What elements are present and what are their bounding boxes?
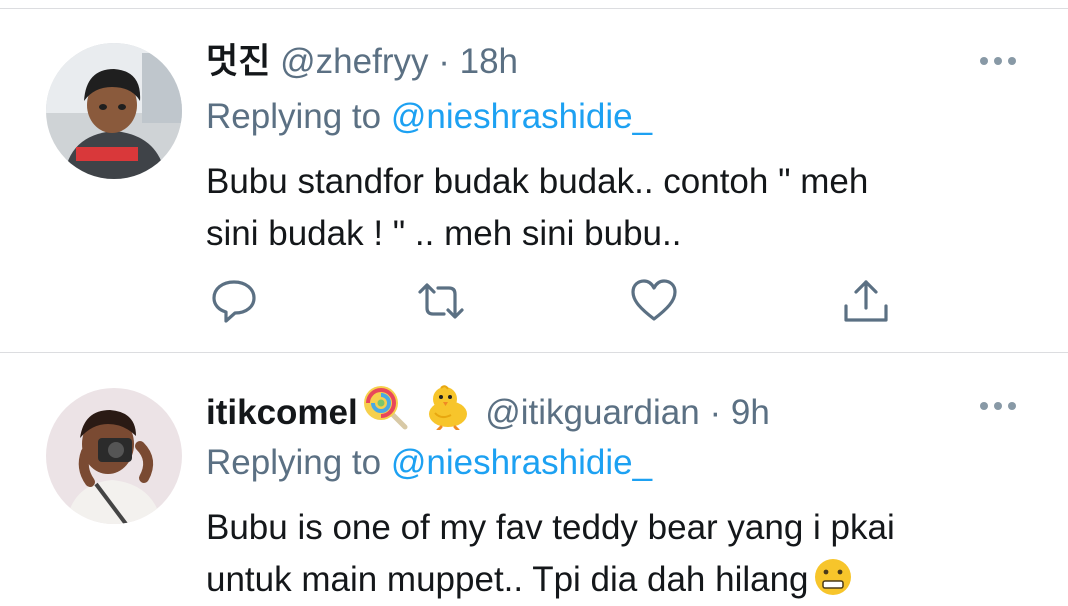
tweet-text-line: Bubu is one of my fav teddy bear yang i … <box>206 508 895 547</box>
tweet-text-line: sini budak ! " .. meh sini bubu.. <box>206 214 682 253</box>
baby-chick-icon <box>429 385 468 430</box>
tweet-item[interactable]: 멋진 @zhefryy · 18h Replying to @nieshrash… <box>0 0 1068 352</box>
lollipop-icon <box>363 386 408 430</box>
heart-icon[interactable] <box>629 276 679 326</box>
avatar-image <box>46 43 182 179</box>
separator-dot: · <box>709 393 722 432</box>
mention-link[interactable]: @nieshrashidie_ <box>391 443 652 482</box>
timestamp[interactable]: 9h <box>731 393 770 432</box>
tweet-text: Bubu is one of my fav teddy bear yang i … <box>206 502 1036 606</box>
replying-to-label: Replying to <box>206 97 382 136</box>
grimacing-face-icon <box>814 559 851 595</box>
tweet-text-line: Bubu standfor budak budak.. contoh " meh <box>206 162 869 201</box>
separator-dot: · <box>438 42 450 81</box>
display-name[interactable]: 멋진 <box>206 42 270 81</box>
replying-to: Replying to @nieshrashidie_ <box>206 97 652 137</box>
display-name[interactable]: itikcomel <box>206 393 358 432</box>
more-dots-icon[interactable] <box>976 396 1020 416</box>
share-upload-icon[interactable] <box>841 276 891 326</box>
avatar-image <box>46 388 182 524</box>
tweet-item[interactable]: itikcomel @itikguardian · 9h Replying to… <box>0 353 1068 599</box>
tweet-header: itikcomel @itikguardian · 9h <box>206 384 770 433</box>
user-handle[interactable]: @zhefryy <box>280 42 428 81</box>
retweet-icon[interactable] <box>416 276 466 326</box>
tweet-header: 멋진 @zhefryy · 18h <box>206 42 518 82</box>
replying-to: Replying to @nieshrashidie_ <box>206 443 652 483</box>
user-handle[interactable]: @itikguardian <box>485 393 700 432</box>
action-bar <box>206 276 906 326</box>
tweet-text: Bubu standfor budak budak.. contoh " meh… <box>206 156 1036 260</box>
replying-to-label: Replying to <box>206 443 382 482</box>
speech-bubble-icon[interactable] <box>209 276 259 326</box>
timestamp[interactable]: 18h <box>460 42 518 81</box>
avatar[interactable] <box>46 43 182 179</box>
more-dots-icon[interactable] <box>976 51 1020 71</box>
avatar[interactable] <box>46 388 182 524</box>
tweet-text-line-emoji-row: untuk main muppet.. Tpi dia dah hilang <box>206 554 1036 606</box>
mention-link[interactable]: @nieshrashidie_ <box>391 97 652 136</box>
